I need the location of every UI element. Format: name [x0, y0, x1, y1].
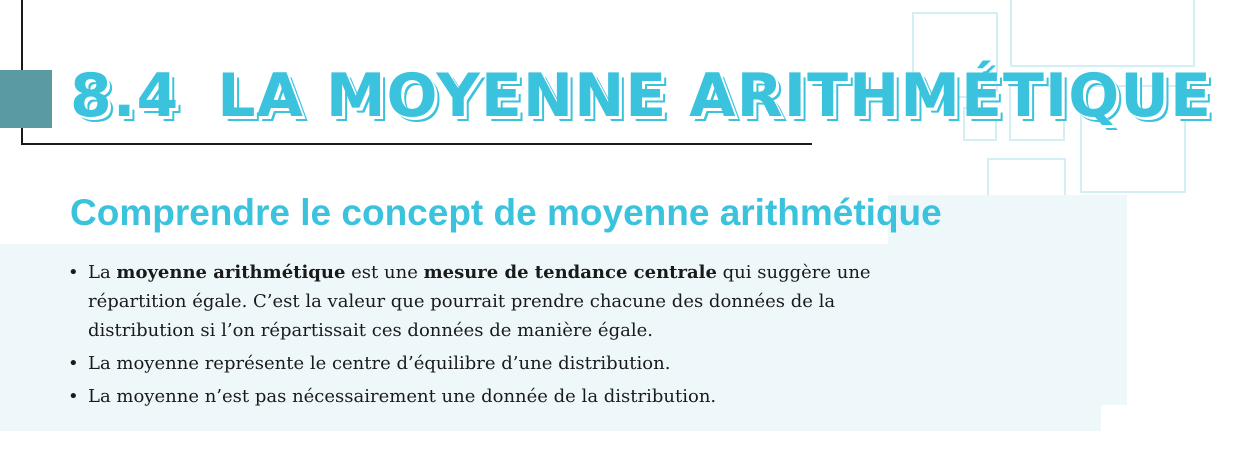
bullet-text: est une [345, 262, 424, 283]
bold-term: mesure de tendance centrale [423, 262, 717, 283]
bullet-item-definition: La moyenne arithmétique est une mesure d… [68, 258, 888, 345]
bullet-item-balance: La moyenne représente le centre d’équili… [68, 349, 888, 378]
bullet-text: La [88, 262, 117, 283]
section-heading: 8.4 LA MOYENNE ARITHMÉTIQUE [70, 62, 1212, 130]
bullet-item-not-data: La moyenne n’est pas nécessairement une … [68, 382, 888, 411]
section-tab-marker [0, 70, 52, 128]
bullet-list: La moyenne arithmétique est une mesure d… [68, 258, 888, 415]
title-underline [21, 143, 812, 145]
section-title: LA MOYENNE ARITHMÉTIQUE [217, 61, 1212, 131]
bold-term: moyenne arithmétique [116, 262, 346, 283]
subsection-title: Comprendre le concept de moyenne arithmé… [70, 192, 942, 233]
decorative-square [1010, 0, 1195, 67]
section-number: 8.4 [70, 61, 180, 131]
